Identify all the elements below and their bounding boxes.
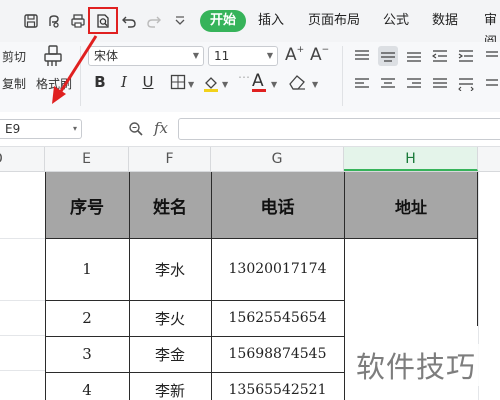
- table-header-cell[interactable]: 姓名: [129, 172, 211, 238]
- table-cell[interactable]: 3: [45, 336, 129, 372]
- fill-color-icon[interactable]: [202, 74, 220, 96]
- chevron-down-icon[interactable]: ▼: [271, 80, 277, 89]
- column-header-g[interactable]: G: [211, 147, 344, 171]
- chevron-down-icon: ▾: [72, 124, 77, 133]
- table-cell[interactable]: 13565542521: [211, 372, 344, 400]
- font-size-select[interactable]: 11 ▼: [208, 46, 278, 66]
- decrease-font-size-icon[interactable]: A−: [310, 45, 329, 65]
- divider: [342, 46, 343, 106]
- tab-insert[interactable]: 插入: [258, 10, 284, 32]
- align-middle-icon[interactable]: [378, 46, 398, 66]
- column-header-d[interactable]: D: [0, 147, 45, 171]
- table-cell[interactable]: 李水: [129, 238, 211, 300]
- table-cell[interactable]: 李金: [129, 336, 211, 372]
- table-header-cell[interactable]: 电话: [211, 172, 344, 238]
- table-cell[interactable]: 1: [45, 238, 129, 300]
- watermark-text: 软件技巧: [356, 350, 477, 384]
- column-header-row: D E F G H: [0, 147, 500, 172]
- increase-font-size-icon[interactable]: A+: [285, 45, 304, 65]
- undo-icon[interactable]: [120, 12, 138, 30]
- tab-home[interactable]: 开始: [200, 10, 247, 32]
- print-preview-icon[interactable]: [94, 12, 112, 30]
- chevron-down-icon[interactable]: ▼: [222, 80, 228, 89]
- font-size-value: 11: [214, 49, 230, 63]
- name-box[interactable]: E9 ▾: [0, 119, 82, 139]
- column-header-next[interactable]: [478, 147, 500, 171]
- distributed-align-icon[interactable]: [456, 74, 476, 94]
- table-cell[interactable]: [344, 238, 478, 300]
- chevron-down-icon[interactable]: ▼: [188, 80, 194, 89]
- cut-button[interactable]: 剪切: [2, 48, 26, 65]
- customize-dropdown-icon[interactable]: [171, 12, 189, 30]
- chevron-down-icon: ▼: [192, 51, 199, 60]
- table-cell[interactable]: 李新: [129, 372, 211, 400]
- align-center-icon[interactable]: [378, 74, 398, 94]
- table-header-cell[interactable]: 地址: [344, 172, 478, 238]
- wrap-text-icon[interactable]: [482, 74, 500, 94]
- copy-button[interactable]: 复制: [2, 75, 26, 92]
- table-cell[interactable]: 13020017174: [211, 238, 344, 300]
- table-cell[interactable]: 4: [45, 372, 129, 400]
- chevron-down-icon[interactable]: ▼: [312, 80, 318, 89]
- table-cell[interactable]: 15698874545: [211, 336, 344, 372]
- redo-icon[interactable]: [145, 12, 163, 30]
- justify-icon[interactable]: [430, 74, 450, 94]
- text-direction-icon[interactable]: [482, 46, 500, 66]
- annotation-arrow-icon: [52, 35, 98, 104]
- align-right-icon[interactable]: [404, 74, 424, 94]
- borders-icon[interactable]: [170, 74, 186, 94]
- font-color-label: A: [252, 71, 264, 91]
- table-header-cell[interactable]: 序号: [45, 172, 129, 238]
- formula-input[interactable]: [178, 118, 500, 140]
- more-options-icon: ⋯: [238, 70, 250, 84]
- sheet-grid[interactable]: 序号 姓名 电话 地址 1 李水 13020017174 2 李火 156255…: [0, 172, 500, 400]
- italic-button[interactable]: I: [114, 72, 134, 92]
- chevron-down-icon: ▼: [266, 51, 273, 60]
- tab-page-layout[interactable]: 页面布局: [308, 10, 360, 32]
- function-button[interactable]: fx: [154, 119, 168, 137]
- output-pdf-icon[interactable]: [45, 12, 63, 30]
- cell-reference: E9: [5, 122, 21, 136]
- table-cell[interactable]: 2: [45, 300, 129, 336]
- tab-data[interactable]: 数据: [432, 10, 458, 32]
- align-bottom-icon[interactable]: [404, 46, 424, 66]
- clear-format-icon[interactable]: [287, 72, 309, 96]
- font-color-button[interactable]: A: [252, 71, 266, 92]
- zoom-search-icon[interactable]: [128, 121, 144, 141]
- align-top-icon[interactable]: [352, 46, 372, 66]
- tab-formulas[interactable]: 公式: [383, 10, 409, 32]
- align-left-icon[interactable]: [352, 74, 372, 94]
- underline-button[interactable]: U: [138, 72, 158, 92]
- print-icon[interactable]: [69, 12, 87, 30]
- column-header-f[interactable]: F: [129, 147, 211, 171]
- column-header-e[interactable]: E: [45, 147, 129, 171]
- column-header-h[interactable]: H: [344, 147, 478, 171]
- table-cell[interactable]: [344, 300, 478, 336]
- indent-increase-icon[interactable]: [456, 46, 476, 66]
- table-cell[interactable]: 15625545654: [211, 300, 344, 336]
- table-cell[interactable]: 李火: [129, 300, 211, 336]
- indent-decrease-icon[interactable]: [430, 46, 450, 66]
- tab-review[interactable]: 审阅: [484, 10, 500, 50]
- save-icon[interactable]: [22, 12, 40, 30]
- formula-bar: E9 ▾ fx: [0, 112, 500, 147]
